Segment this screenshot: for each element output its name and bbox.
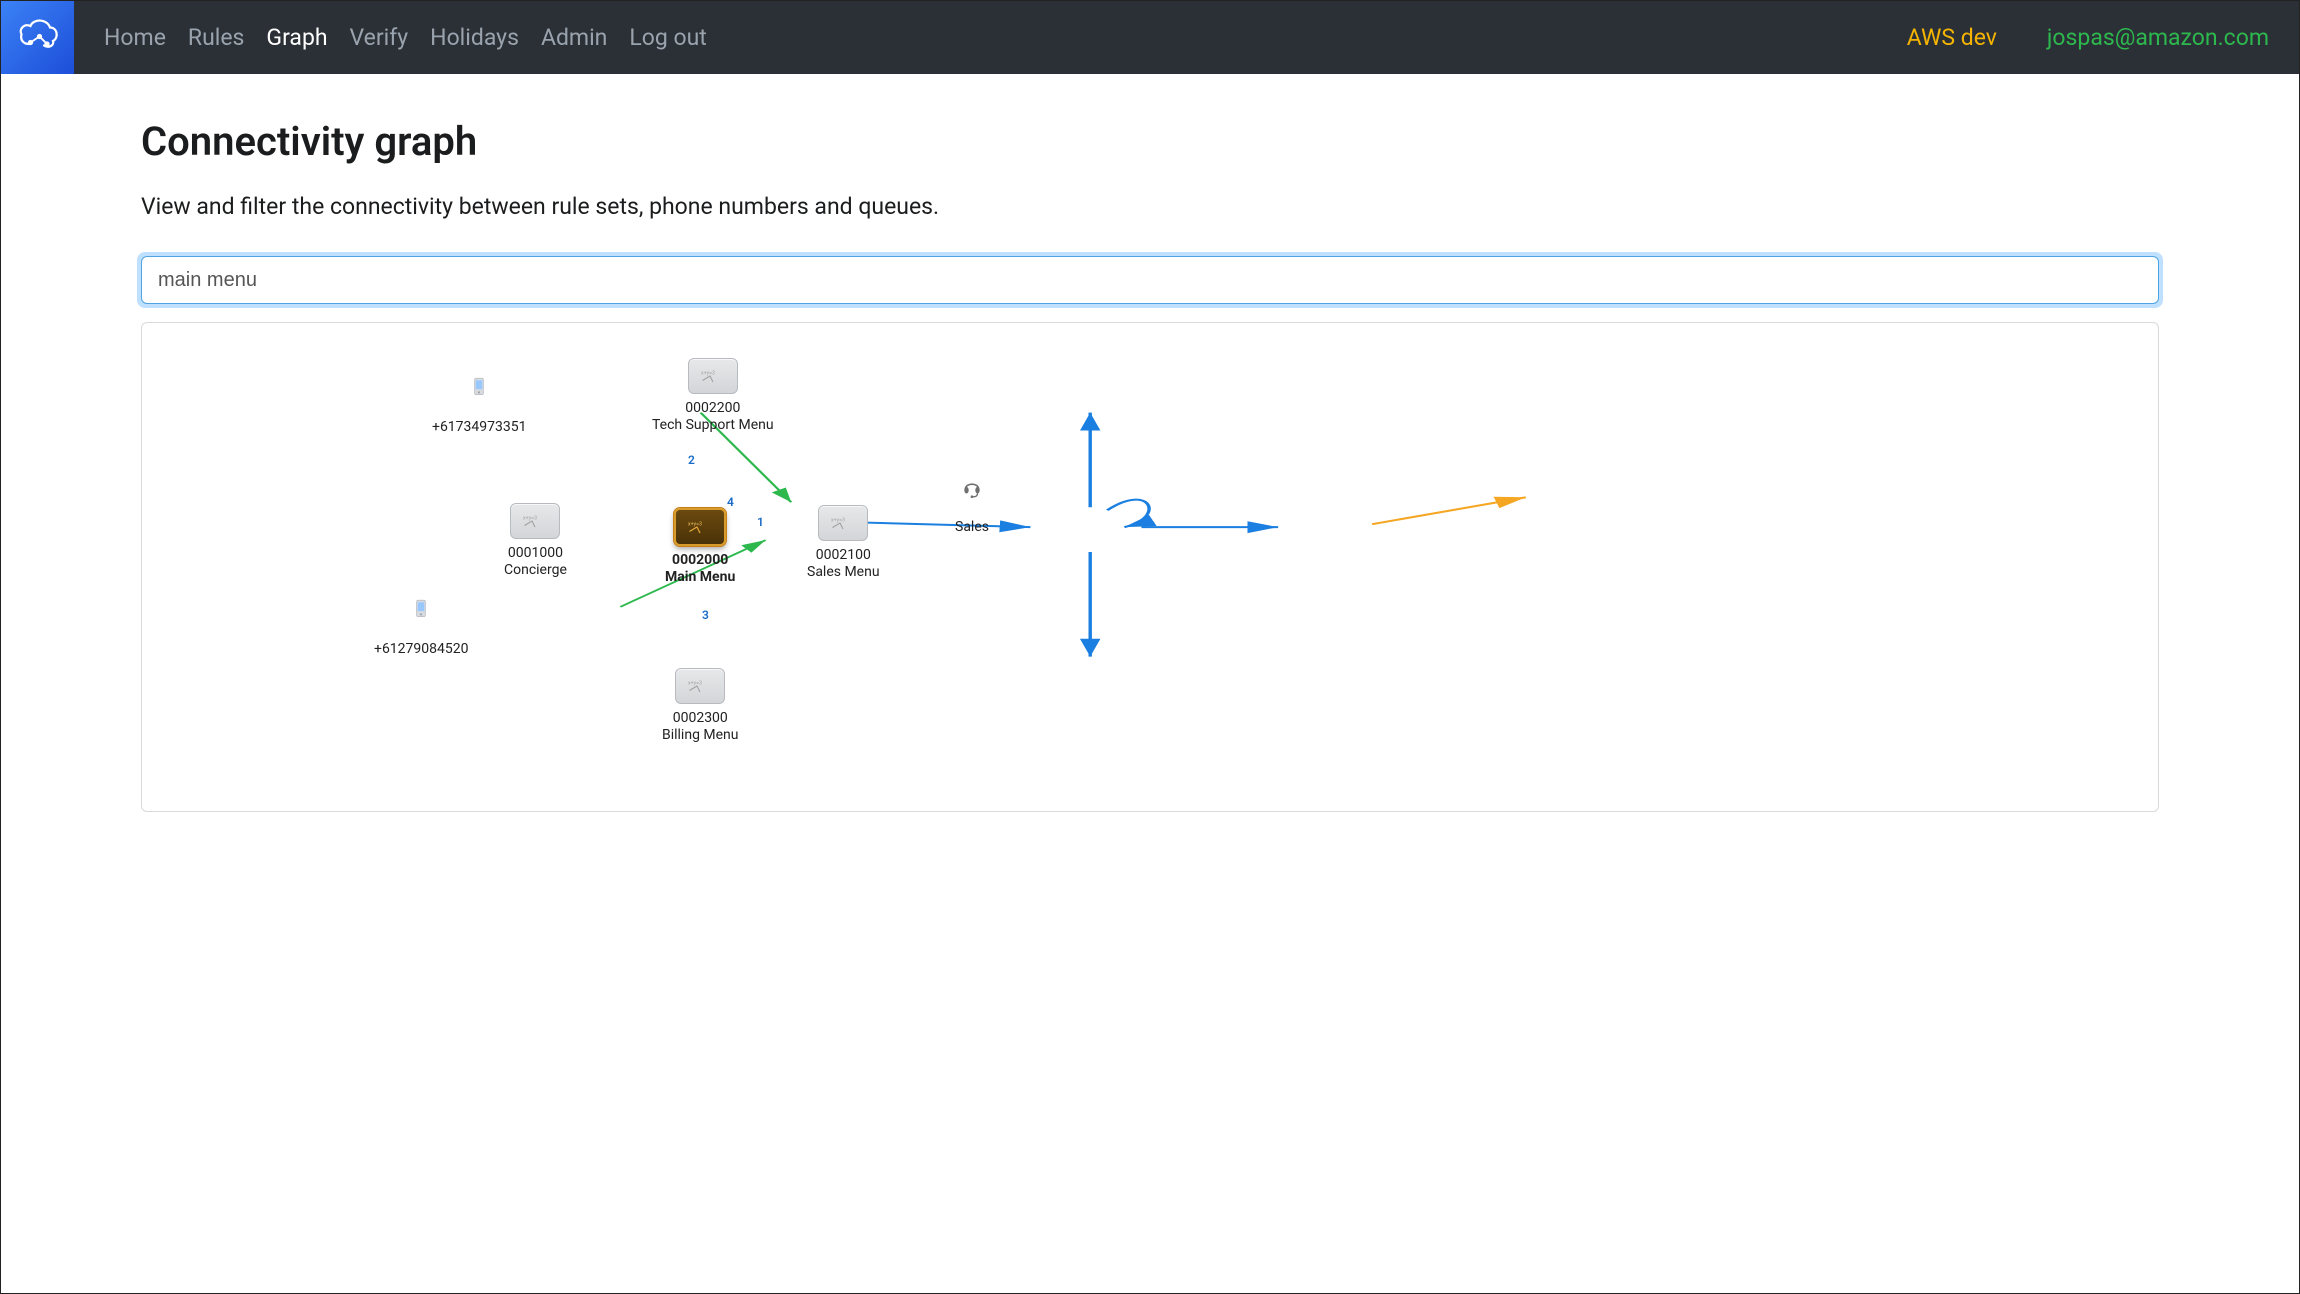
node-id: 0001000 <box>508 545 563 562</box>
nav-graph[interactable]: Graph <box>266 24 327 51</box>
graph-canvas[interactable]: 2 3 1 4 +61734973351 +61279084520 x+y=3 … <box>141 322 2159 812</box>
ruleset-icon: x+y=3 <box>675 668 725 704</box>
nav-home[interactable]: Home <box>104 24 166 51</box>
svg-text:x+y=3: x+y=3 <box>688 522 702 528</box>
node-sales-menu[interactable]: x+y=3 0002100 Sales Menu <box>807 505 880 581</box>
node-billing[interactable]: x+y=3 0002300 Billing Menu <box>662 668 739 744</box>
headset-icon <box>952 463 992 513</box>
svg-text:x+y=3: x+y=3 <box>523 516 537 522</box>
node-main-menu[interactable]: x+y=3 0002000 Main Menu <box>665 508 735 586</box>
node-sales-queue[interactable]: Sales <box>952 463 992 536</box>
node-label: +61279084520 <box>374 641 469 658</box>
nav-right: AWS dev jospas@amazon.com <box>1907 24 2269 51</box>
nav-logout[interactable]: Log out <box>629 24 706 51</box>
svg-text:x+y=3: x+y=3 <box>688 681 702 687</box>
node-phone-1[interactable]: +61734973351 <box>432 363 527 436</box>
node-concierge[interactable]: x+y=3 0001000 Concierge <box>504 503 567 579</box>
user-email[interactable]: jospas@amazon.com <box>2047 24 2269 51</box>
node-title: Sales Menu <box>807 564 880 581</box>
ruleset-icon: x+y=3 <box>818 505 868 541</box>
node-label: +61734973351 <box>432 419 527 436</box>
navbar: Home Rules Graph Verify Holidays Admin L… <box>1 1 2299 74</box>
node-id: 0002200 <box>685 400 740 417</box>
app-logo[interactable] <box>1 1 74 74</box>
edge-label-4: 4 <box>727 495 734 509</box>
node-title: Sales <box>955 519 989 536</box>
svg-text:x+y=3: x+y=3 <box>701 371 715 377</box>
node-title: Main Menu <box>665 569 735 586</box>
nav-rules[interactable]: Rules <box>188 24 245 51</box>
ruleset-icon: x+y=3 <box>674 508 726 546</box>
page-content: Connectivity graph View and filter the c… <box>1 74 2299 812</box>
cloud-graph-icon <box>14 14 62 62</box>
phone-icon <box>459 363 499 413</box>
environment-label: AWS dev <box>1907 24 1997 51</box>
ruleset-icon: x+y=3 <box>510 503 560 539</box>
nav-admin[interactable]: Admin <box>541 24 607 51</box>
nav-holidays[interactable]: Holidays <box>430 24 519 51</box>
node-title: Billing Menu <box>662 727 739 744</box>
nav-links: Home Rules Graph Verify Holidays Admin L… <box>104 24 707 51</box>
node-phone-2[interactable]: +61279084520 <box>374 585 469 658</box>
edge-label-1: 1 <box>757 515 764 529</box>
ruleset-icon: x+y=3 <box>688 358 738 394</box>
node-id: 0002000 <box>672 552 728 569</box>
filter-wrap <box>141 256 2159 304</box>
node-id: 0002300 <box>673 710 728 727</box>
node-id: 0002100 <box>816 547 871 564</box>
page-title: Connectivity graph <box>141 118 2159 165</box>
page-subtitle: View and filter the connectivity between… <box>141 193 2159 220</box>
phone-icon <box>401 585 441 635</box>
node-title: Concierge <box>504 562 567 579</box>
filter-input[interactable] <box>141 256 2159 304</box>
svg-text:x+y=3: x+y=3 <box>831 518 845 524</box>
node-title: Tech Support Menu <box>652 417 774 434</box>
node-tech-support[interactable]: x+y=3 0002200 Tech Support Menu <box>652 358 774 434</box>
edge-label-3: 3 <box>702 608 709 622</box>
nav-verify[interactable]: Verify <box>350 24 409 51</box>
edge-label-2: 2 <box>688 453 695 467</box>
